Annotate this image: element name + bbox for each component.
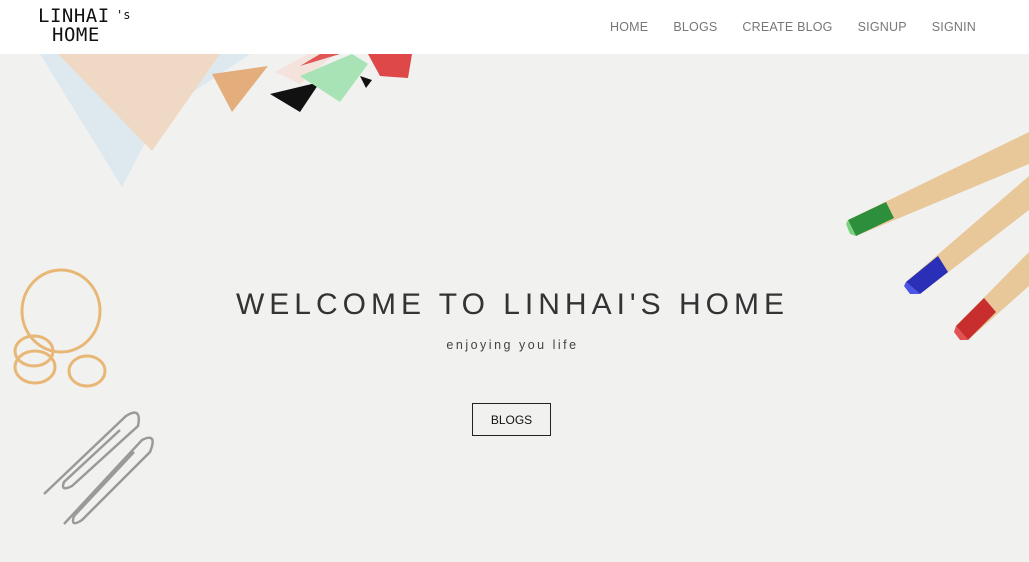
logo-text-line2: HOME (52, 24, 100, 46)
nav-menu: HOME BLOGS CREATE BLOG SIGNUP SIGNIN (585, 0, 976, 54)
hero-title: WELCOME TO LINHAI'S HOME (235, 288, 790, 321)
nav-link-create-blog[interactable]: CREATE BLOG (742, 20, 832, 34)
nav-item-create-blog: CREATE BLOG (742, 18, 832, 36)
nav-link-signin[interactable]: SIGNIN (932, 20, 976, 34)
nav-link-signup[interactable]: SIGNUP (858, 20, 907, 34)
paper-stack-decoration (40, 54, 412, 187)
paperclips-decoration (43, 411, 154, 525)
navbar: LINHAI 's HOME HOME BLOGS CREATE BLOG SI… (0, 0, 1029, 54)
hero-subtitle: enjoying you life (446, 338, 579, 352)
logo-text-line1: LINHAI (38, 5, 110, 27)
nav-item-signin: SIGNIN (932, 18, 976, 36)
nav-link-blogs[interactable]: BLOGS (673, 20, 717, 34)
site-logo[interactable]: LINHAI 's HOME (36, 5, 132, 47)
nav-item-home: HOME (610, 18, 648, 36)
nav-item-blogs: BLOGS (673, 18, 717, 36)
hero-blogs-button[interactable]: BLOGS (472, 403, 551, 436)
logo-text-suffix: 's (116, 8, 131, 22)
nav-link-home[interactable]: HOME (610, 20, 648, 34)
hero-section: WELCOME TO LINHAI'S HOME enjoying you li… (0, 54, 1029, 562)
nav-item-signup: SIGNUP (858, 18, 907, 36)
